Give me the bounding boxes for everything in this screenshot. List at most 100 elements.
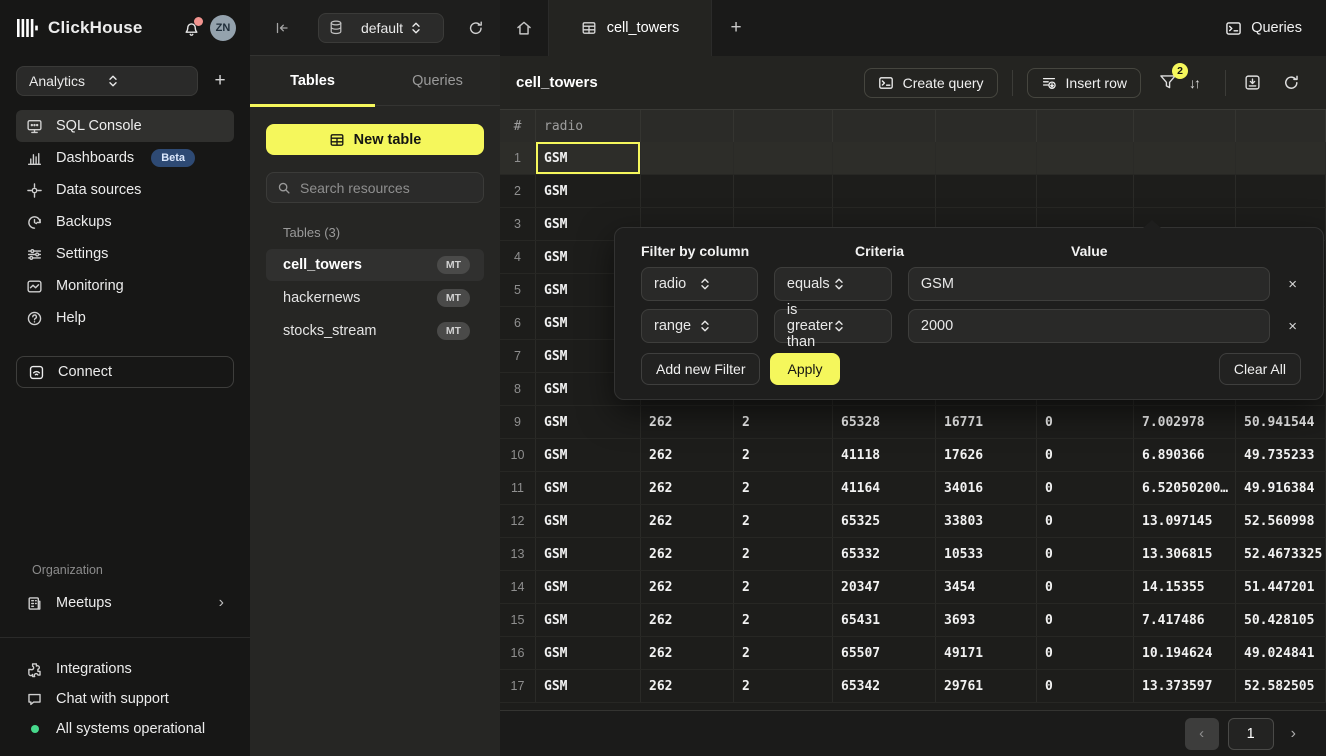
table-cell[interactable] xyxy=(641,175,734,207)
filter-value-input[interactable] xyxy=(908,309,1270,343)
table-cell[interactable]: 51.447201 xyxy=(1236,571,1326,603)
table-cell[interactable]: 0 xyxy=(1037,472,1134,504)
connect-button[interactable]: Connect xyxy=(16,356,234,388)
filter-icon[interactable]: 2 xyxy=(1155,70,1181,95)
queries-button[interactable]: Queries xyxy=(1201,0,1326,56)
table-cell[interactable]: GSM xyxy=(536,406,641,438)
table-cell[interactable]: 16771 xyxy=(936,406,1037,438)
table-list-item-stocks-stream[interactable]: stocks_stream MT xyxy=(266,315,484,347)
table-cell[interactable]: 2 xyxy=(734,538,833,570)
table-cell[interactable]: 7.002978 xyxy=(1134,406,1236,438)
table-cell[interactable]: 65328 xyxy=(833,406,936,438)
table-cell[interactable]: 262 xyxy=(641,637,734,669)
table-cell[interactable]: 0 xyxy=(1037,637,1134,669)
table-cell[interactable]: 7.417486 xyxy=(1134,604,1236,636)
table-cell[interactable]: 49.735233 xyxy=(1236,439,1326,471)
sidebar-item-meetups[interactable]: Meetups › xyxy=(16,587,234,619)
table-cell[interactable]: 262 xyxy=(641,505,734,537)
download-icon[interactable] xyxy=(1240,70,1265,95)
table-cell[interactable]: 0 xyxy=(1037,538,1134,570)
table-cell[interactable]: 0 xyxy=(1037,571,1134,603)
new-tab-button[interactable]: + xyxy=(712,0,760,56)
table-cell[interactable]: 14.15355 xyxy=(1134,571,1236,603)
table-cell[interactable]: 3693 xyxy=(936,604,1037,636)
table-cell[interactable]: GSM xyxy=(536,175,641,207)
column-header[interactable] xyxy=(936,110,1037,142)
table-cell[interactable]: 49171 xyxy=(936,637,1037,669)
table-cell[interactable] xyxy=(734,175,833,207)
collapse-panel-icon[interactable] xyxy=(274,20,290,36)
table-cell[interactable]: 52.4673325 xyxy=(1236,538,1326,570)
table-cell[interactable]: 2 xyxy=(734,604,833,636)
table-cell[interactable]: GSM xyxy=(536,538,641,570)
sort-icon[interactable]: ↓↑ xyxy=(1189,75,1199,91)
table-cell[interactable] xyxy=(1134,175,1236,207)
table-cell[interactable]: 34016 xyxy=(936,472,1037,504)
table-cell[interactable] xyxy=(1134,142,1236,174)
table-cell[interactable] xyxy=(936,175,1037,207)
sidebar-item-chat-support[interactable]: Chat with support xyxy=(16,684,234,714)
add-workspace-button[interactable]: + xyxy=(206,70,234,92)
filter-column-select[interactable]: radio xyxy=(641,267,758,301)
table-cell[interactable]: 29761 xyxy=(936,670,1037,702)
remove-filter-button[interactable]: × xyxy=(1288,276,1297,293)
sidebar-item-sql-console[interactable]: SQL Console xyxy=(16,110,234,142)
table-cell[interactable]: 262 xyxy=(641,472,734,504)
table-cell[interactable]: 49.916384 xyxy=(1236,472,1326,504)
sidebar-item-integrations[interactable]: Integrations xyxy=(16,654,234,684)
sidebar-item-backups[interactable]: Backups xyxy=(16,206,234,238)
filter-criteria-select[interactable]: equals xyxy=(774,267,892,301)
table-cell[interactable]: 65431 xyxy=(833,604,936,636)
apply-button[interactable]: Apply xyxy=(770,353,839,385)
column-header[interactable] xyxy=(641,110,734,142)
add-new-filter-button[interactable]: Add new Filter xyxy=(641,353,760,385)
refresh-icon[interactable] xyxy=(1279,70,1304,95)
table-cell[interactable]: GSM xyxy=(536,142,641,174)
table-cell[interactable]: 262 xyxy=(641,604,734,636)
table-cell[interactable]: 13.097145 xyxy=(1134,505,1236,537)
current-page-indicator[interactable]: 1 xyxy=(1228,718,1274,750)
table-cell[interactable]: 0 xyxy=(1037,406,1134,438)
table-cell[interactable]: 33803 xyxy=(936,505,1037,537)
table-cell[interactable]: 41118 xyxy=(833,439,936,471)
table-cell[interactable]: 49.024841 xyxy=(1236,637,1326,669)
table-cell[interactable]: 65332 xyxy=(833,538,936,570)
table-cell[interactable]: 50.941544 xyxy=(1236,406,1326,438)
filter-criteria-select[interactable]: is greater than xyxy=(774,309,892,343)
table-cell[interactable] xyxy=(1236,142,1326,174)
table-cell[interactable]: 0 xyxy=(1037,505,1134,537)
tab-tables[interactable]: Tables xyxy=(250,56,375,105)
new-table-button[interactable]: New table xyxy=(266,124,484,155)
column-header[interactable] xyxy=(833,110,936,142)
table-cell[interactable]: 13.306815 xyxy=(1134,538,1236,570)
clear-all-button[interactable]: Clear All xyxy=(1219,353,1301,385)
table-cell[interactable]: 10533 xyxy=(936,538,1037,570)
system-status[interactable]: All systems operational xyxy=(16,714,234,744)
table-cell[interactable]: 52.560998 xyxy=(1236,505,1326,537)
table-cell[interactable] xyxy=(833,175,936,207)
column-header[interactable] xyxy=(1236,110,1326,142)
refresh-database-icon[interactable] xyxy=(468,20,484,36)
table-cell[interactable]: 13.373597 xyxy=(1134,670,1236,702)
table-cell[interactable]: 10.194624 xyxy=(1134,637,1236,669)
filter-column-select[interactable]: range xyxy=(641,309,758,343)
table-cell[interactable]: 41164 xyxy=(833,472,936,504)
table-cell[interactable]: 65507 xyxy=(833,637,936,669)
table-cell[interactable] xyxy=(1037,142,1134,174)
column-header[interactable] xyxy=(1037,110,1134,142)
table-cell[interactable]: 2 xyxy=(734,505,833,537)
column-header[interactable] xyxy=(734,110,833,142)
table-cell[interactable]: 50.428105 xyxy=(1236,604,1326,636)
sidebar-item-monitoring[interactable]: Monitoring xyxy=(16,270,234,302)
workspace-select[interactable]: Analytics xyxy=(16,66,198,96)
table-cell[interactable]: 0 xyxy=(1037,604,1134,636)
search-input[interactable] xyxy=(300,180,473,196)
table-cell[interactable]: GSM xyxy=(536,439,641,471)
table-cell[interactable]: 6.890366 xyxy=(1134,439,1236,471)
sidebar-item-settings[interactable]: Settings xyxy=(16,238,234,270)
tab-queries[interactable]: Queries xyxy=(375,56,500,105)
table-cell[interactable]: 17626 xyxy=(936,439,1037,471)
table-cell[interactable]: GSM xyxy=(536,472,641,504)
table-cell[interactable]: 20347 xyxy=(833,571,936,603)
table-cell[interactable]: 3454 xyxy=(936,571,1037,603)
